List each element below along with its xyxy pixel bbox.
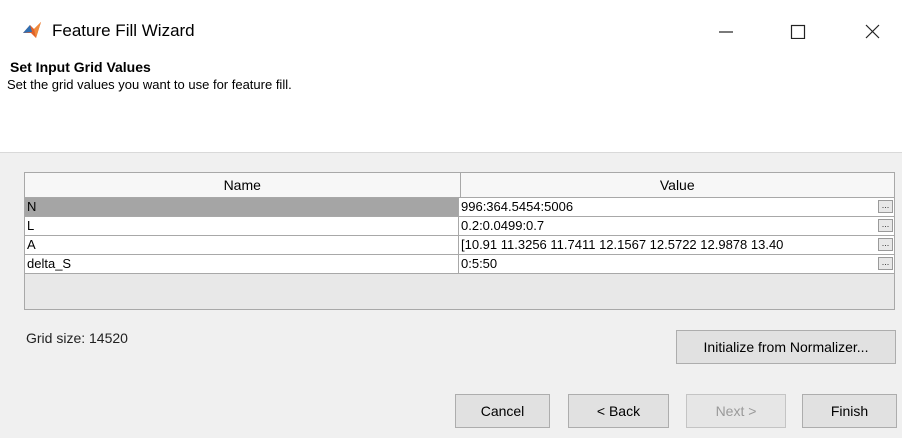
row-value-cell[interactable]: 0.2:0.0499:0.7 ... (459, 217, 894, 235)
back-button[interactable]: < Back (568, 394, 669, 428)
finish-button[interactable]: Finish (802, 394, 897, 428)
row-value-text: 996:364.5454:5006 (461, 199, 574, 214)
next-button[interactable]: Next > (686, 394, 786, 428)
cancel-button[interactable]: Cancel (455, 394, 550, 428)
edit-value-button[interactable]: ... (878, 219, 893, 232)
row-value-cell[interactable]: [10.91 11.3256 11.7411 12.1567 12.5722 1… (459, 236, 894, 254)
initialize-from-normalizer-button[interactable]: Initialize from Normalizer... (676, 330, 896, 364)
column-header-value[interactable]: Value (461, 173, 895, 197)
row-value-cell[interactable]: 996:364.5454:5006 ... (459, 198, 894, 216)
edit-value-button[interactable]: ... (878, 257, 893, 270)
row-name-cell[interactable]: N (25, 198, 459, 216)
maximize-icon[interactable] (775, 12, 821, 50)
table-row[interactable]: L 0.2:0.0499:0.7 ... (25, 217, 894, 236)
table-row[interactable]: N 996:364.5454:5006 ... (25, 198, 894, 217)
row-value-text: 0:5:50 (461, 256, 498, 271)
wizard-header: Set Input Grid Values Set the grid value… (0, 52, 902, 153)
grid-values-table: Name Value N 996:364.5454:5006 ... L 0.2… (24, 172, 895, 310)
page-title: Set Input Grid Values (10, 59, 151, 75)
grid-size-label: Grid size: 14520 (26, 330, 128, 346)
edit-value-button[interactable]: ... (878, 238, 893, 251)
page-description: Set the grid values you want to use for … (7, 77, 292, 92)
row-name-cell[interactable]: L (25, 217, 459, 235)
row-value-cell[interactable]: 0:5:50 ... (459, 255, 894, 273)
matlab-icon (23, 22, 41, 38)
table-row[interactable]: delta_S 0:5:50 ... (25, 255, 894, 274)
edit-value-button[interactable]: ... (878, 200, 893, 213)
row-name-cell[interactable]: A (25, 236, 459, 254)
close-icon[interactable] (849, 12, 895, 50)
column-header-name[interactable]: Name (25, 173, 461, 197)
row-value-text: 0.2:0.0499:0.7 (461, 218, 545, 233)
table-row[interactable]: A [10.91 11.3256 11.7411 12.1567 12.5722… (25, 236, 894, 255)
minimize-icon[interactable] (703, 12, 749, 50)
table-header: Name Value (25, 173, 894, 198)
window-title: Feature Fill Wizard (52, 21, 195, 40)
title-bar: Feature Fill Wizard (0, 0, 902, 52)
row-value-text: [10.91 11.3256 11.7411 12.1567 12.5722 1… (461, 237, 784, 252)
row-name-cell[interactable]: delta_S (25, 255, 459, 273)
